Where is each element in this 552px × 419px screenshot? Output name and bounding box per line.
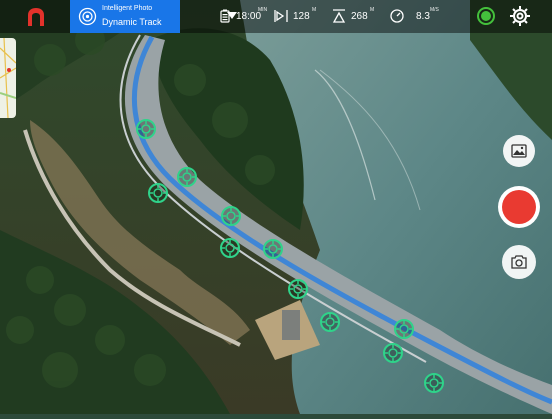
battery-time-stat: 18:00 MIN [218, 0, 270, 33]
tracked-object-marker[interactable] [263, 239, 283, 259]
gear-icon[interactable] [509, 5, 531, 27]
altitude-icon [332, 9, 346, 23]
target-icon [396, 321, 412, 337]
battery-icon [220, 9, 230, 23]
app-logo-icon[interactable] [25, 6, 47, 28]
target-icon [78, 7, 97, 26]
speed-value: 8.3 [416, 11, 430, 22]
shooting-mode-selector[interactable]: Intelligent Photo Dynamic Track [70, 0, 237, 33]
speed-stat: 8.3 M/S [390, 0, 442, 33]
battery-time-unit: MIN [258, 7, 268, 13]
target-icon [385, 345, 401, 361]
tracked-object-marker[interactable] [148, 183, 168, 203]
live-video-feed [0, 0, 552, 414]
speed-unit: M/S [430, 7, 439, 13]
tracked-object-marker[interactable] [136, 119, 156, 139]
altitude-unit: M [370, 7, 375, 13]
target-icon [222, 240, 238, 256]
tracked-object-marker[interactable] [177, 167, 197, 187]
tracked-object-marker[interactable] [320, 312, 340, 332]
target-icon [223, 208, 239, 224]
tracked-object-marker[interactable] [383, 343, 403, 363]
target-icon [179, 169, 195, 185]
shutter-button[interactable] [498, 186, 540, 228]
distance-stat: 128 M [274, 0, 322, 33]
image-icon [511, 144, 527, 158]
tracked-object-marker[interactable] [424, 373, 444, 393]
target-icon [426, 375, 442, 391]
altitude-stat: 268 M [332, 0, 380, 33]
distance-icon [274, 10, 288, 22]
tracked-object-marker[interactable] [220, 238, 240, 258]
distance-value: 128 [293, 11, 310, 22]
aerial-camera-view [0, 0, 552, 414]
tracked-object-marker[interactable] [221, 206, 241, 226]
altitude-value: 268 [351, 11, 368, 22]
signal-icon[interactable] [476, 6, 496, 26]
tracked-object-marker[interactable] [394, 319, 414, 339]
gallery-button[interactable] [503, 135, 535, 167]
target-icon [138, 121, 154, 137]
target-icon [265, 241, 281, 257]
target-icon [290, 281, 306, 297]
target-icon [322, 314, 338, 330]
camera-icon [511, 255, 527, 269]
target-icon [150, 185, 166, 201]
shutter-record-indicator [502, 190, 536, 224]
map-icon [0, 38, 16, 118]
mode-value: Dynamic Track [102, 17, 162, 27]
mode-title: Intelligent Photo [102, 5, 153, 12]
speed-icon [390, 9, 404, 23]
camera-switch-button[interactable] [502, 245, 536, 279]
minimap[interactable] [0, 38, 16, 118]
distance-unit: M [312, 7, 317, 13]
tracked-object-marker[interactable] [288, 279, 308, 299]
